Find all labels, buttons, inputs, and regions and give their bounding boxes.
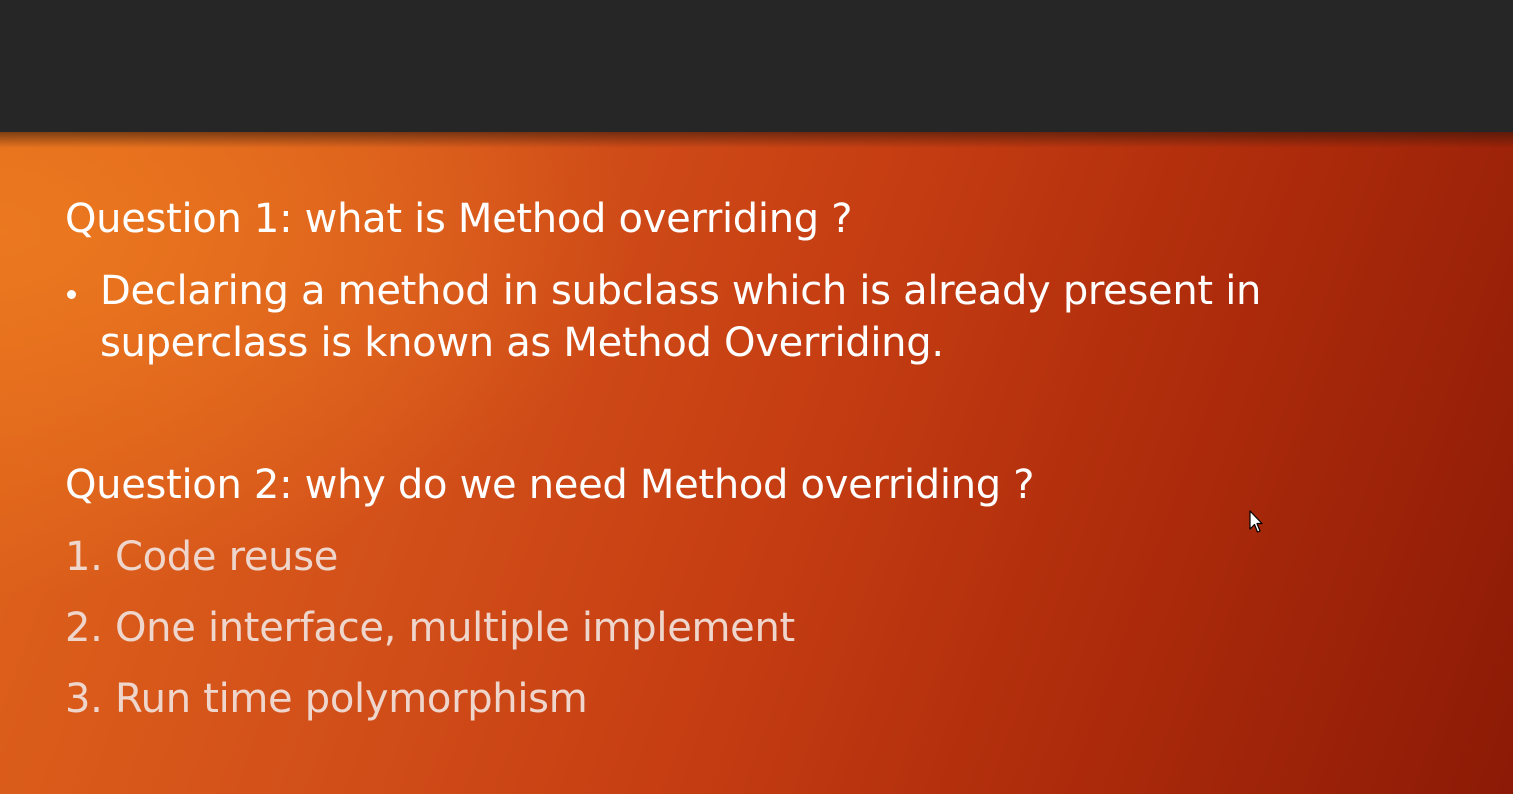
bullet-dot-icon <box>67 290 76 299</box>
mouse-pointer-icon <box>1249 510 1263 533</box>
list-item: 1. Code reuse <box>65 534 339 580</box>
screen: Question 1: what is Method overriding ? … <box>0 0 1513 794</box>
question-2-heading: Question 2: why do we need Method overri… <box>65 462 1035 508</box>
question-1-answer-line-2: superclass is known as Method Overriding… <box>100 320 944 366</box>
list-item: 2. One interface, multiple implement <box>65 605 795 651</box>
question-1-answer-line-1: Declaring a method in subclass which is … <box>100 268 1262 314</box>
list-item: 3. Run time polymorphism <box>65 676 588 722</box>
top-black-bar <box>0 0 1513 132</box>
question-1-heading: Question 1: what is Method overriding ? <box>65 196 853 242</box>
